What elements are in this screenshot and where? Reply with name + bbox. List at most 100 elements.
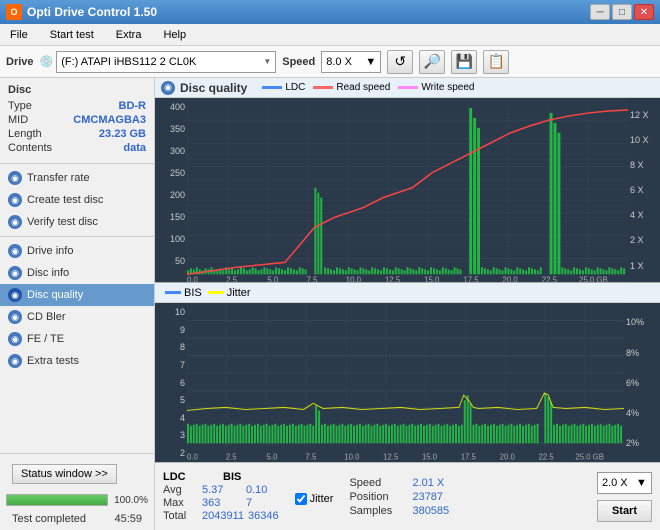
speed-stat-label: Speed bbox=[349, 477, 404, 489]
drive-dropdown-arrow: ▼ bbox=[263, 57, 271, 66]
svg-text:17.5: 17.5 bbox=[461, 453, 477, 462]
svg-text:12.5: 12.5 bbox=[385, 275, 401, 282]
transfer-rate-icon: ◉ bbox=[8, 171, 22, 185]
close-button[interactable]: ✕ bbox=[634, 4, 654, 20]
sidebar-bottom: Status window >> 100.0% Test completed 4… bbox=[0, 450, 154, 530]
position-value: 23787 bbox=[412, 491, 443, 503]
sidebar-item-disc-info[interactable]: ◉ Disc info bbox=[0, 262, 154, 284]
disc-section-title: Disc bbox=[8, 84, 146, 96]
start-button[interactable]: Start bbox=[597, 500, 652, 522]
save2-button[interactable]: 📋 bbox=[483, 50, 509, 74]
drive-select[interactable]: (F:) ATAPI iHBS112 2 CL0K ▼ bbox=[56, 51, 276, 73]
progress-container: 100.0% bbox=[0, 491, 154, 509]
ldc-total: 2043911 bbox=[202, 510, 244, 522]
menu-file[interactable]: File bbox=[4, 27, 34, 43]
svg-text:17.5: 17.5 bbox=[463, 275, 479, 282]
legend-bis: BIS bbox=[165, 287, 202, 299]
legend-write-speed-color bbox=[398, 86, 418, 89]
svg-text:0.0: 0.0 bbox=[187, 275, 198, 282]
legend-ldc: LDC bbox=[262, 82, 305, 93]
jitter-check-label: Jitter bbox=[310, 493, 334, 505]
save-button[interactable]: 💾 bbox=[451, 50, 477, 74]
drive-info-icon: ◉ bbox=[8, 244, 22, 258]
speed-select2-arrow: ▼ bbox=[636, 477, 647, 489]
legend-read-speed: Read speed bbox=[313, 82, 390, 93]
svg-text:25.0 GB: 25.0 GB bbox=[579, 275, 608, 282]
menu-start-test[interactable]: Start test bbox=[44, 27, 100, 43]
maximize-button[interactable]: □ bbox=[612, 4, 632, 20]
toolbar: Drive 💿 (F:) ATAPI iHBS112 2 CL0K ▼ Spee… bbox=[0, 46, 660, 78]
sidebar-item-cd-bler[interactable]: ◉ CD Bler bbox=[0, 306, 154, 328]
sidebar: Disc Type BD-R MID CMCMAGBA3 Length 23.2… bbox=[0, 78, 155, 530]
main-layout: Disc Type BD-R MID CMCMAGBA3 Length 23.2… bbox=[0, 78, 660, 530]
action-group: 2.0 X ▼ Start bbox=[597, 472, 652, 522]
fe-te-icon: ◉ bbox=[8, 332, 22, 346]
disc-length-row: Length 23.23 GB bbox=[8, 128, 146, 140]
jitter-checkbox[interactable] bbox=[295, 493, 307, 505]
title-bar: O Opti Drive Control 1.50 ─ □ ✕ bbox=[0, 0, 660, 24]
sidebar-item-drive-info[interactable]: ◉ Drive info bbox=[0, 240, 154, 262]
legend-jitter-label: Jitter bbox=[227, 287, 251, 299]
progress-bar bbox=[6, 494, 108, 506]
scan-button[interactable]: 🔎 bbox=[419, 50, 445, 74]
chart-area: ◉ Disc quality LDC Read speed Write spee… bbox=[155, 78, 660, 530]
disc-mid-row: MID CMCMAGBA3 bbox=[8, 114, 146, 126]
bis-header: BIS bbox=[223, 471, 263, 483]
speed-select[interactable]: 8.0 X ▼ bbox=[321, 51, 381, 73]
refresh-button[interactable]: ↺ bbox=[387, 50, 413, 74]
status-window-button[interactable]: Status window >> bbox=[12, 464, 117, 484]
sidebar-item-create-test-disc[interactable]: ◉ Create test disc bbox=[0, 189, 154, 211]
legend-jitter: Jitter bbox=[208, 287, 251, 299]
svg-text:7.5: 7.5 bbox=[307, 275, 318, 282]
bottom-y-axis-right: 10%8%6%4%2% bbox=[624, 303, 660, 462]
svg-text:10.0: 10.0 bbox=[344, 453, 360, 462]
legend-write-speed: Write speed bbox=[398, 82, 474, 93]
top-chart-body: 40035030025020015010050 bbox=[155, 98, 660, 282]
bottom-chart-svg: 0.0 2.5 5.0 7.5 10.0 12.5 15.0 17.5 20.0… bbox=[187, 303, 624, 462]
svg-text:5.0: 5.0 bbox=[267, 275, 278, 282]
menu-help[interactable]: Help bbox=[157, 27, 192, 43]
stats-bar: LDC BIS Avg 5.37 0.10 Max 363 7 Total 20… bbox=[155, 462, 660, 530]
legend-ldc-color bbox=[262, 86, 282, 89]
disc-quality-header-icon: ◉ bbox=[161, 81, 175, 95]
svg-text:5.0: 5.0 bbox=[267, 453, 278, 462]
progress-text: 100.0% bbox=[112, 495, 148, 506]
svg-text:20.0: 20.0 bbox=[503, 275, 519, 282]
sidebar-item-fe-te[interactable]: ◉ FE / TE bbox=[0, 328, 154, 350]
speed-label: Speed bbox=[282, 56, 315, 68]
disc-section: Disc Type BD-R MID CMCMAGBA3 Length 23.2… bbox=[0, 78, 154, 160]
samples-value: 380585 bbox=[412, 505, 449, 517]
svg-text:2.5: 2.5 bbox=[226, 453, 237, 462]
top-chart-header: ◉ Disc quality LDC Read speed Write spee… bbox=[155, 78, 660, 98]
menu-extra[interactable]: Extra bbox=[110, 27, 148, 43]
svg-text:22.5: 22.5 bbox=[539, 453, 555, 462]
svg-text:0.0: 0.0 bbox=[187, 453, 198, 462]
time-display: 45:59 bbox=[114, 513, 148, 525]
top-chart-title: Disc quality bbox=[180, 81, 247, 95]
sidebar-item-verify-test-disc[interactable]: ◉ Verify test disc bbox=[0, 211, 154, 233]
cd-bler-icon: ◉ bbox=[8, 310, 22, 324]
svg-text:7.5: 7.5 bbox=[305, 453, 316, 462]
sidebar-item-extra-tests[interactable]: ◉ Extra tests bbox=[0, 350, 154, 372]
legend-read-speed-color bbox=[313, 86, 333, 89]
sidebar-item-transfer-rate[interactable]: ◉ Transfer rate bbox=[0, 167, 154, 189]
jitter-check-group: Jitter bbox=[295, 489, 334, 505]
legend-read-speed-label: Read speed bbox=[336, 82, 390, 93]
top-y-axis-right: 12 X10 X8 X6 X4 X2 X1 X bbox=[628, 98, 660, 282]
minimize-button[interactable]: ─ bbox=[590, 4, 610, 20]
ldc-max: 363 bbox=[202, 497, 242, 509]
app-icon: O bbox=[6, 4, 22, 20]
svg-text:25.0 GB: 25.0 GB bbox=[575, 453, 603, 462]
disc-quality-icon: ◉ bbox=[8, 288, 22, 302]
speed-dropdown-arrow: ▼ bbox=[365, 56, 376, 68]
svg-text:12.5: 12.5 bbox=[383, 453, 399, 462]
window-controls: ─ □ ✕ bbox=[590, 4, 654, 20]
speed-select-2[interactable]: 2.0 X ▼ bbox=[597, 472, 652, 494]
top-chart-panel: ◉ Disc quality LDC Read speed Write spee… bbox=[155, 78, 660, 283]
disc-contents-row: Contents data bbox=[8, 142, 146, 154]
app-title: Opti Drive Control 1.50 bbox=[27, 5, 157, 19]
bottom-chart-main: 0.0 2.5 5.0 7.5 10.0 12.5 15.0 17.5 20.0… bbox=[187, 303, 624, 462]
progress-bar-fill bbox=[7, 495, 107, 505]
sidebar-item-disc-quality[interactable]: ◉ Disc quality bbox=[0, 284, 154, 306]
ldc-avg: 5.37 bbox=[202, 484, 242, 496]
